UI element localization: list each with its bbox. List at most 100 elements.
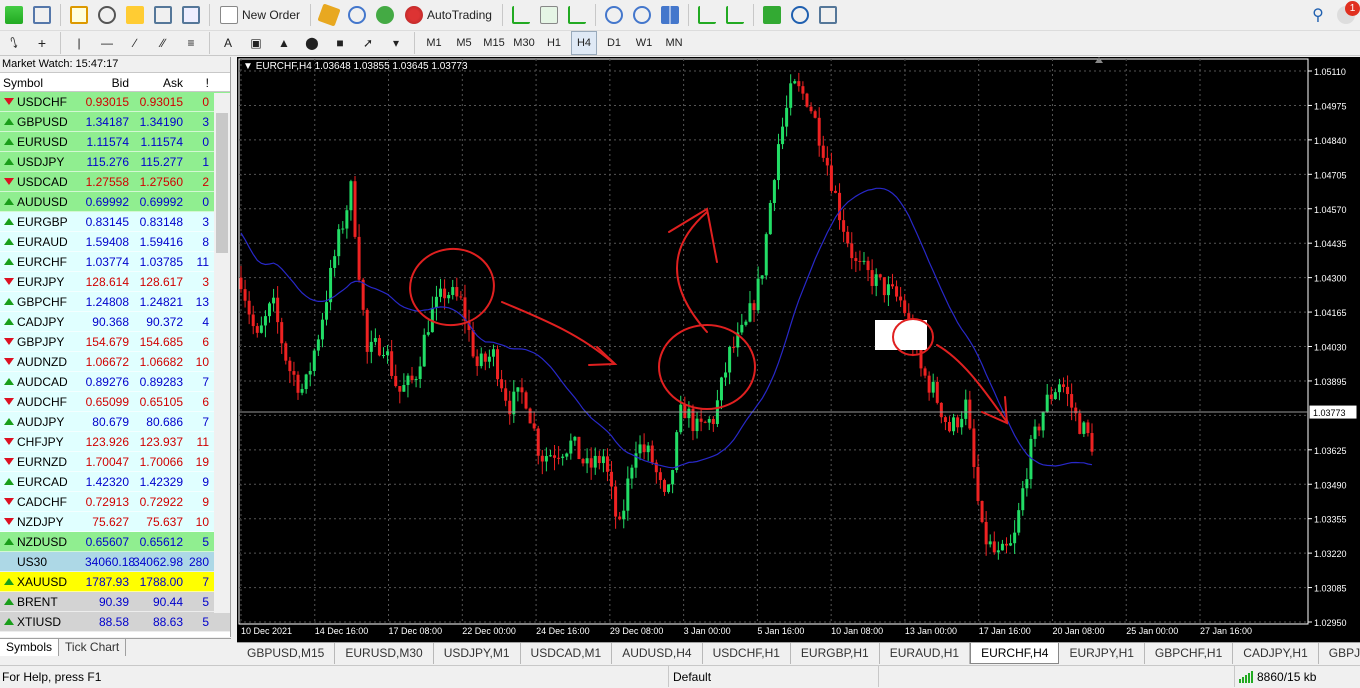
- market-watch-row[interactable]: EURJPY 128.614 128.617 3: [0, 272, 230, 292]
- chart-tab[interactable]: EURAUD,H1: [880, 643, 971, 664]
- chart-tab[interactable]: GBPUSD,M15: [237, 643, 336, 664]
- market-watch-row[interactable]: XTIUSD 88.58 88.63 5: [0, 612, 230, 632]
- market-watch-row[interactable]: EURCHF 1.03774 1.03785 11: [0, 252, 230, 272]
- zoom-out-button[interactable]: [630, 3, 654, 27]
- chart-tab[interactable]: EURUSD,M30: [335, 643, 434, 664]
- timeframe-m1[interactable]: M1: [421, 31, 447, 55]
- market-watch-row[interactable]: BRENT 90.39 90.44 5: [0, 592, 230, 612]
- timeframe-m30[interactable]: M30: [511, 31, 537, 55]
- templates-button[interactable]: [816, 3, 840, 27]
- new-chart-button[interactable]: [2, 3, 26, 27]
- chart-canvas[interactable]: 1.05110 1.04975 1.04840 1.04705 1.04570 1.044…: [237, 57, 1360, 642]
- tile-windows-button[interactable]: [658, 3, 682, 27]
- search-button[interactable]: ⚲: [1306, 3, 1330, 27]
- indicators-button[interactable]: [760, 3, 784, 27]
- timeframe-m15[interactable]: M15: [481, 31, 507, 55]
- timeframe-h1[interactable]: H1: [541, 31, 567, 55]
- market-watch-row[interactable]: AUDNZD 1.06672 1.06682 10: [0, 352, 230, 372]
- crosshair-button[interactable]: +: [30, 31, 54, 55]
- tab-tick-chart[interactable]: Tick Chart: [59, 639, 127, 656]
- zoom-in-button[interactable]: [602, 3, 626, 27]
- market-watch-row[interactable]: GBPUSD 1.34187 1.34190 3: [0, 112, 230, 132]
- timeframe-h4[interactable]: H4: [571, 31, 597, 55]
- auto-scroll-button[interactable]: [695, 3, 719, 27]
- notifications-button[interactable]: 1: [1334, 1, 1360, 27]
- chart-tab[interactable]: USDJPY,M1: [434, 643, 521, 664]
- chart-tab[interactable]: AUDUSD,H4: [612, 643, 703, 664]
- chart-tab[interactable]: CADJPY,H1: [1233, 643, 1319, 664]
- chart-tab[interactable]: EURGBP,H1: [791, 643, 880, 664]
- market-watch-row[interactable]: GBPCHF 1.24808 1.24821 13: [0, 292, 230, 312]
- col-ask-header[interactable]: Ask: [132, 73, 186, 91]
- rectangle-button[interactable]: ■: [328, 31, 352, 55]
- market-watch-row[interactable]: CHFJPY 123.926 123.937 11: [0, 432, 230, 452]
- market-watch-row[interactable]: USDCHF 0.93015 0.93015 0: [0, 92, 230, 112]
- ellipse-button[interactable]: ⬤: [300, 31, 324, 55]
- more-objects-button[interactable]: ▾: [384, 31, 408, 55]
- chart-tab[interactable]: GBPJPY,: [1319, 643, 1360, 664]
- vertical-line-button[interactable]: |: [67, 31, 91, 55]
- cursor-button[interactable]: ⭛: [2, 31, 26, 55]
- market-watch-row[interactable]: US30 34060.18 34062.98 280: [0, 552, 230, 572]
- market-watch-row[interactable]: EURAUD 1.59408 1.59416 8: [0, 232, 230, 252]
- community-button[interactable]: [345, 3, 369, 27]
- bar-chart-button[interactable]: [509, 3, 533, 27]
- chart-tab[interactable]: EURCHF,H4: [970, 643, 1060, 664]
- candle-body: [585, 458, 589, 464]
- market-watch-row[interactable]: USDJPY 115.276 115.277 1: [0, 152, 230, 172]
- new-order-button[interactable]: New Order: [216, 3, 304, 27]
- strategy-tester-button[interactable]: [179, 3, 203, 27]
- metaeditor-button[interactable]: [317, 3, 341, 27]
- timeframe-w1[interactable]: W1: [631, 31, 657, 55]
- navigator-button[interactable]: [123, 3, 147, 27]
- timeframe-m5[interactable]: M5: [451, 31, 477, 55]
- market-watch-row[interactable]: EURCAD 1.42320 1.42329 9: [0, 472, 230, 492]
- chart-window[interactable]: 1.05110 1.04975 1.04840 1.04705 1.04570 1.044…: [237, 57, 1360, 642]
- market-watch-row[interactable]: GBPJPY 154.679 154.685 6: [0, 332, 230, 352]
- channel-button[interactable]: ∕∕: [151, 31, 175, 55]
- line-chart-button[interactable]: [565, 3, 589, 27]
- market-watch-row[interactable]: CADJPY 90.368 90.372 4: [0, 312, 230, 332]
- trendline-button[interactable]: ∕: [123, 31, 147, 55]
- market-watch-row[interactable]: AUDJPY 80.679 80.686 7: [0, 412, 230, 432]
- chart-tab[interactable]: EURJPY,H1: [1059, 643, 1145, 664]
- periods-button[interactable]: [788, 3, 812, 27]
- market-watch-row[interactable]: NZDJPY 75.627 75.637 10: [0, 512, 230, 532]
- tab-symbols[interactable]: Symbols: [0, 639, 60, 656]
- market-watch-button[interactable]: [67, 3, 91, 27]
- market-watch-row[interactable]: AUDCAD 0.89276 0.89283 7: [0, 372, 230, 392]
- chart-tab[interactable]: USDCHF,H1: [703, 643, 791, 664]
- symbol-name: US30: [17, 554, 48, 569]
- col-symbol-header[interactable]: Symbol: [0, 73, 85, 91]
- market-watch-row[interactable]: CADCHF 0.72913 0.72922 9: [0, 492, 230, 512]
- market-watch-row[interactable]: USDCAD 1.27558 1.27560 2: [0, 172, 230, 192]
- text-button[interactable]: A: [216, 31, 240, 55]
- market-watch-scrollbar[interactable]: [214, 93, 230, 613]
- chart-tab[interactable]: USDCAD,M1: [521, 643, 613, 664]
- chart-shift-button[interactable]: [723, 3, 747, 27]
- market-watch-row[interactable]: NZDUSD 0.65607 0.65612 5: [0, 532, 230, 552]
- arrow-button[interactable]: ➚: [356, 31, 380, 55]
- timeframe-d1[interactable]: D1: [601, 31, 627, 55]
- timeframe-mn[interactable]: MN: [661, 31, 687, 55]
- scrollbar-thumb[interactable]: [216, 113, 228, 253]
- signals-button[interactable]: [373, 3, 397, 27]
- market-watch-row[interactable]: AUDUSD 0.69992 0.69992 0: [0, 192, 230, 212]
- horizontal-line-button[interactable]: —: [95, 31, 119, 55]
- market-watch-row[interactable]: EURNZD 1.70047 1.70066 19: [0, 452, 230, 472]
- chart-tab[interactable]: GBPCHF,H1: [1145, 643, 1234, 664]
- market-watch-row[interactable]: XAUUSD 1787.93 1788.00 7: [0, 572, 230, 592]
- profiles-button[interactable]: [30, 3, 54, 27]
- triangle-button[interactable]: ▲: [272, 31, 296, 55]
- text-label-button[interactable]: ▣: [244, 31, 268, 55]
- col-bid-header[interactable]: Bid: [85, 73, 132, 91]
- market-watch-row[interactable]: AUDCHF 0.65099 0.65105 6: [0, 392, 230, 412]
- fibonacci-button[interactable]: ≡: [179, 31, 203, 55]
- col-spread-header[interactable]: !: [186, 73, 212, 91]
- data-window-button[interactable]: [95, 3, 119, 27]
- autotrading-button[interactable]: AutoTrading: [401, 3, 496, 27]
- candlestick-button[interactable]: [537, 3, 561, 27]
- terminal-button[interactable]: [151, 3, 175, 27]
- market-watch-row[interactable]: EURGBP 0.83145 0.83148 3: [0, 212, 230, 232]
- market-watch-row[interactable]: EURUSD 1.11574 1.11574 0: [0, 132, 230, 152]
